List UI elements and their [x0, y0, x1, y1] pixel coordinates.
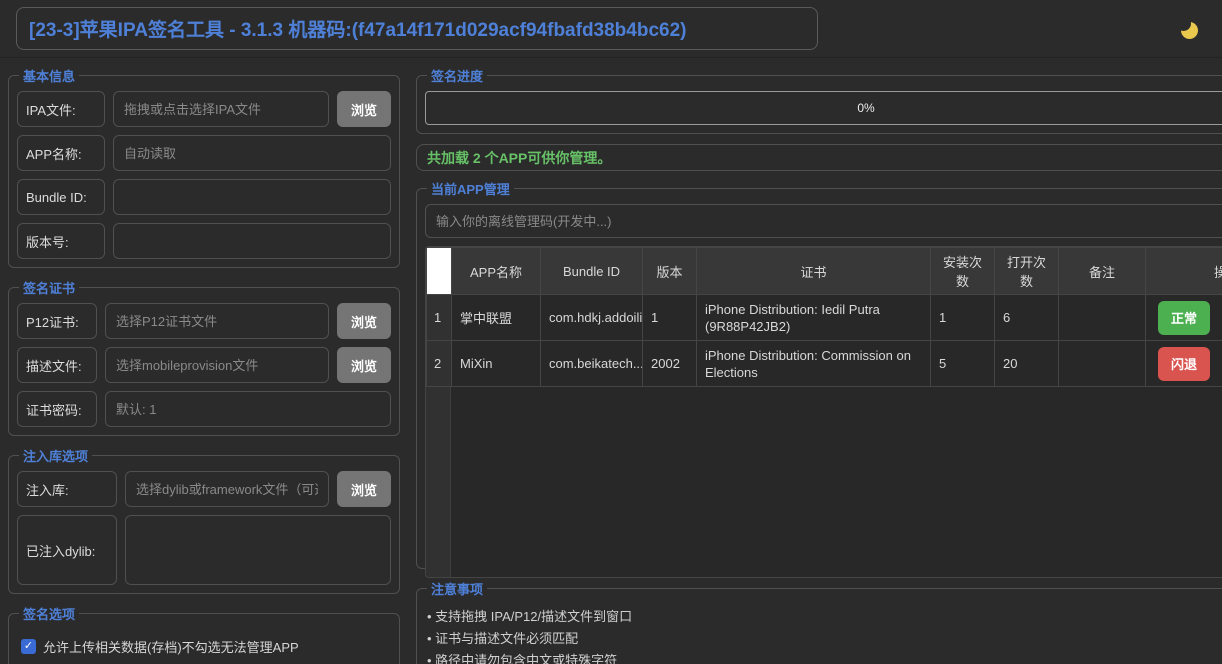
title-bar: [23-3]苹果IPA签名工具 - 3.1.3 机器码:(f47a14f171d… — [0, 0, 1222, 58]
inject-lib-label: 注入库: — [17, 471, 117, 507]
col-app-name: APP名称 — [452, 248, 541, 295]
bundle-id-label: Bundle ID: — [17, 179, 105, 215]
col-opens: 打开次数 — [995, 248, 1059, 295]
checkbox-checked-icon[interactable]: ✓ — [21, 639, 36, 654]
cert-password-input[interactable] — [105, 391, 391, 427]
progress-legend: 签名进度 — [427, 66, 487, 85]
progress-section: 签名进度 0% — [416, 66, 1222, 134]
cell-version: 2002 — [643, 341, 697, 387]
cell-bundle-id: com.beikatech.... — [541, 341, 643, 387]
app-name-label: APP名称: — [17, 135, 105, 171]
inject-browse-button[interactable]: 浏览 — [337, 471, 391, 507]
app-name-input[interactable] — [113, 135, 391, 171]
ipa-file-label: IPA文件: — [17, 91, 105, 127]
status-normal-button[interactable]: 正常 — [1158, 301, 1210, 335]
col-installs: 安装次数 — [931, 248, 995, 295]
sign-options-legend: 签名选项 — [19, 604, 79, 623]
window-title: [23-3]苹果IPA签名工具 - 3.1.3 机器码:(f47a14f171d… — [29, 15, 687, 42]
cell-actions: 闪退 — [1146, 341, 1222, 387]
sign-options-section: 签名选项 ✓ 允许上传相关数据(存档)不勾选无法管理APP ✓ 注入管理库(勾选… — [8, 604, 400, 664]
basic-info-section: 基本信息 IPA文件: 浏览 APP名称: Bundle ID: 版本号: — [8, 66, 400, 268]
moon-icon[interactable] — [1181, 22, 1198, 39]
loaded-apps-status: 共加载 2 个APP可供你管理。 — [416, 144, 1222, 171]
notes-section: 注意事项 支持拖拽 IPA/P12/描述文件到窗口 证书与描述文件必须匹配 路径… — [416, 579, 1222, 664]
basic-info-legend: 基本信息 — [19, 66, 79, 85]
cell-installs: 5 — [931, 341, 995, 387]
cell-installs: 1 — [931, 295, 995, 341]
management-panel: 签名进度 0% 共加载 2 个APP可供你管理。 当前APP管理 — [416, 66, 1222, 664]
status-crash-button[interactable]: 闪退 — [1158, 347, 1210, 381]
certificate-legend: 签名证书 — [19, 278, 79, 297]
cell-app-name: MiXin — [452, 341, 541, 387]
p12-browse-button[interactable]: 浏览 — [337, 303, 391, 339]
cell-cert: iPhone Distribution: Commission on Elect… — [697, 341, 931, 387]
col-version: 版本 — [643, 248, 697, 295]
signing-progress-bar: 0% — [425, 91, 1222, 125]
row-index: 2 — [427, 341, 452, 387]
ipa-file-input[interactable] — [113, 91, 329, 127]
cell-cert: iPhone Distribution: Iedil Putra (9R88P4… — [697, 295, 931, 341]
app-table-container: APP名称 Bundle ID 版本 证书 安装次数 打开次数 备注 操作 1 — [425, 246, 1222, 578]
p12-cert-label: P12证书: — [17, 303, 97, 339]
app-manage-legend: 当前APP管理 — [427, 179, 514, 198]
app-table: APP名称 Bundle ID 版本 证书 安装次数 打开次数 备注 操作 1 — [426, 247, 1222, 387]
inject-lib-input[interactable] — [125, 471, 329, 507]
version-label: 版本号: — [17, 223, 105, 259]
cell-opens: 20 — [995, 341, 1059, 387]
cell-actions: 正常 — [1146, 295, 1222, 341]
progress-percent: 0% — [426, 92, 1222, 124]
window-title-box: [23-3]苹果IPA签名工具 - 3.1.3 机器码:(f47a14f171d… — [16, 7, 818, 50]
col-cert: 证书 — [697, 248, 931, 295]
bundle-id-input[interactable] — [113, 179, 391, 215]
table-row[interactable]: 2 MiXin com.beikatech.... 2002 iPhone Di… — [427, 341, 1222, 387]
cell-version: 1 — [643, 295, 697, 341]
allow-upload-checkbox-row[interactable]: ✓ 允许上传相关数据(存档)不勾选无法管理APP — [21, 637, 391, 656]
provision-input[interactable] — [105, 347, 329, 383]
allow-upload-label: 允许上传相关数据(存档)不勾选无法管理APP — [43, 637, 299, 656]
cell-remark — [1059, 295, 1146, 341]
cell-opens: 6 — [995, 295, 1059, 341]
cell-bundle-id: com.hdkj.addoili... — [541, 295, 643, 341]
inject-legend: 注入库选项 — [19, 446, 92, 465]
provision-label: 描述文件: — [17, 347, 97, 383]
cell-app-name: 掌中联盟 — [452, 295, 541, 341]
table-row[interactable]: 1 掌中联盟 com.hdkj.addoili... 1 iPhone Dist… — [427, 295, 1222, 341]
col-remark: 备注 — [1059, 248, 1146, 295]
version-input[interactable] — [113, 223, 391, 259]
cell-remark — [1059, 341, 1146, 387]
note-item: 支持拖拽 IPA/P12/描述文件到窗口 — [427, 606, 1222, 628]
col-bundle-id: Bundle ID — [541, 248, 643, 295]
injected-dylib-label: 已注入dylib: — [17, 515, 117, 585]
col-actions: 操作 — [1146, 248, 1222, 295]
inject-section: 注入库选项 注入库: 浏览 已注入dylib: — [8, 446, 400, 594]
signing-form-panel: 基本信息 IPA文件: 浏览 APP名称: Bundle ID: 版本号: 签名… — [8, 66, 400, 664]
injected-dylib-textarea[interactable] — [125, 515, 391, 585]
table-header-row: APP名称 Bundle ID 版本 证书 安装次数 打开次数 备注 操作 — [427, 248, 1222, 295]
notes-legend: 注意事项 — [427, 579, 487, 598]
note-item: 路径中请勿包含中文或特殊字符 — [427, 650, 1222, 664]
offline-code-input[interactable] — [425, 204, 1222, 238]
ipa-browse-button[interactable]: 浏览 — [337, 91, 391, 127]
note-item: 证书与描述文件必须匹配 — [427, 628, 1222, 650]
row-index: 1 — [427, 295, 452, 341]
select-all-corner-cell[interactable] — [427, 248, 452, 295]
app-manage-section: 当前APP管理 APP名称 Bundle ID 版本 — [416, 179, 1222, 569]
p12-cert-input[interactable] — [105, 303, 329, 339]
cert-password-label: 证书密码: — [17, 391, 97, 427]
provision-browse-button[interactable]: 浏览 — [337, 347, 391, 383]
notes-list: 支持拖拽 IPA/P12/描述文件到窗口 证书与描述文件必须匹配 路径中请勿包含… — [427, 606, 1222, 664]
certificate-section: 签名证书 P12证书: 浏览 描述文件: 浏览 证书密码: — [8, 278, 400, 436]
